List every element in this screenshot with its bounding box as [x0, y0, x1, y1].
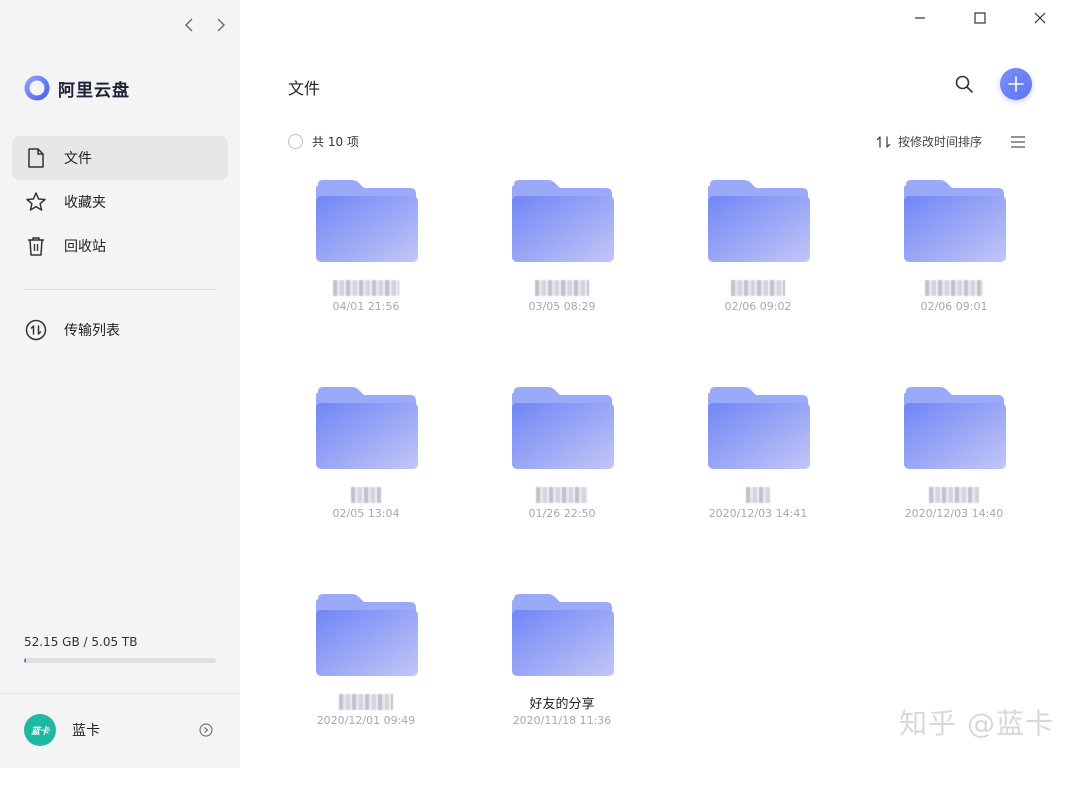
settings-icon[interactable] — [196, 720, 216, 740]
star-icon — [24, 190, 48, 214]
folder-item[interactable]: 01/26 22:50 — [464, 379, 660, 586]
folder-item[interactable]: 02/06 09:01 — [856, 172, 1052, 379]
user-name: 蓝卡 — [72, 720, 196, 740]
folder-date: 01/26 22:50 — [529, 507, 596, 520]
sidebar-item-label: 收藏夹 — [64, 192, 106, 212]
sidebar-item-label: 传输列表 — [64, 320, 120, 340]
file-grid: 04/01 21:56 03/05 08:29 02/06 09:02 02/06 0… — [268, 172, 1052, 793]
folder-date: 04/01 21:56 — [333, 300, 400, 313]
trash-icon — [24, 234, 48, 258]
folder-date: 03/05 08:29 — [529, 300, 596, 313]
minimize-icon[interactable] — [890, 6, 950, 30]
folder-item[interactable]: 2020/12/03 14:40 — [856, 379, 1052, 586]
sidebar-item-files[interactable]: 文件 — [12, 136, 228, 180]
folder-icon — [902, 179, 1006, 263]
sidebar-item-transfers[interactable]: 传输列表 — [12, 308, 228, 352]
blurred-name — [536, 487, 588, 503]
maximize-icon[interactable] — [950, 6, 1010, 30]
storage-bar-fill — [24, 658, 26, 663]
folder-icon — [314, 179, 418, 263]
folder-name — [746, 485, 770, 505]
sort-label: 按修改时间排序 — [898, 133, 982, 150]
blurred-name — [746, 487, 770, 503]
nav-arrows — [178, 14, 232, 36]
sidebar-divider — [24, 289, 216, 290]
user-profile[interactable]: 蓝卡 蓝卡 — [24, 714, 216, 746]
page-title: 文件 — [288, 75, 320, 99]
window-controls — [890, 6, 1070, 30]
folder-name — [536, 485, 588, 505]
folder-icon — [706, 179, 810, 263]
folder-icon — [902, 386, 1006, 470]
folder-icon — [510, 179, 614, 263]
sidebar-item-label: 回收站 — [64, 236, 106, 256]
blurred-name — [929, 487, 979, 503]
sort-button[interactable]: 按修改时间排序 — [876, 133, 982, 150]
folder-icon — [314, 386, 418, 470]
folder-date: 2020/12/01 09:49 — [317, 714, 416, 727]
sidebar-item-trash[interactable]: 回收站 — [12, 224, 228, 268]
folder-name: 好友的分享 — [529, 692, 594, 712]
app-name: 阿里云盘 — [58, 76, 130, 101]
sidebar-transfer-section: 传输列表 — [12, 308, 228, 352]
plus-icon — [1007, 75, 1025, 93]
aliyun-drive-logo-icon — [24, 75, 50, 101]
storage-text: 52.15 GB / 5.05 TB — [24, 635, 216, 649]
folder-icon — [314, 593, 418, 677]
folder-date: 2020/12/03 14:41 — [709, 507, 808, 520]
folder-icon — [510, 386, 614, 470]
folder-item[interactable]: 04/01 21:56 — [268, 172, 464, 379]
folder-icon — [510, 593, 614, 677]
folder-name — [929, 485, 979, 505]
folder-item[interactable]: 2020/12/01 09:49 — [268, 586, 464, 793]
folder-item[interactable]: 好友的分享 2020/11/18 11:36 — [464, 586, 660, 793]
sidebar: 阿里云盘 文件 收藏夹 回收站 传输列表 — [0, 0, 240, 768]
folder-item[interactable]: 02/06 09:02 — [660, 172, 856, 379]
blurred-name — [925, 280, 983, 296]
avatar[interactable]: 蓝卡 — [24, 714, 56, 746]
back-icon[interactable] — [178, 14, 200, 36]
blurred-name — [535, 280, 589, 296]
close-icon[interactable] — [1010, 6, 1070, 30]
file-icon — [24, 146, 48, 170]
blurred-name — [351, 487, 381, 503]
folder-date: 02/06 09:01 — [921, 300, 988, 313]
folder-date: 02/05 13:04 — [333, 507, 400, 520]
blurred-name — [339, 694, 393, 710]
folder-date: 2020/12/03 14:40 — [905, 507, 1004, 520]
user-divider — [0, 693, 240, 694]
select-all-checkbox[interactable]: 共 10 项 — [288, 133, 359, 150]
forward-icon[interactable] — [210, 14, 232, 36]
folder-icon — [706, 386, 810, 470]
add-button[interactable] — [1000, 68, 1032, 100]
sidebar-item-label: 文件 — [64, 148, 92, 168]
folder-name — [339, 692, 393, 712]
item-count: 共 10 项 — [312, 133, 359, 150]
transfer-icon — [24, 318, 48, 342]
folder-date: 02/06 09:02 — [725, 300, 792, 313]
search-icon[interactable] — [952, 72, 976, 96]
checkbox-circle-icon — [288, 134, 303, 149]
folder-name — [731, 278, 785, 298]
blurred-name — [731, 280, 785, 296]
folder-date: 2020/11/18 11:36 — [513, 714, 612, 727]
folder-name — [333, 278, 399, 298]
sort-icon — [876, 135, 892, 149]
sidebar-item-favorites[interactable]: 收藏夹 — [12, 180, 228, 224]
folder-item[interactable]: 03/05 08:29 — [464, 172, 660, 379]
storage-bar — [24, 658, 216, 663]
folder-item[interactable]: 02/05 13:04 — [268, 379, 464, 586]
storage-usage: 52.15 GB / 5.05 TB — [24, 635, 216, 663]
folder-item[interactable]: 2020/12/03 14:41 — [660, 379, 856, 586]
folder-name — [535, 278, 589, 298]
blurred-name — [333, 280, 399, 296]
watermark: 知乎 @蓝卡 — [899, 702, 1054, 742]
app-logo: 阿里云盘 — [24, 75, 130, 101]
folder-name — [925, 278, 983, 298]
folder-name — [351, 485, 381, 505]
list-view-icon[interactable] — [1008, 132, 1028, 152]
sidebar-menu: 文件 收藏夹 回收站 — [12, 136, 228, 268]
